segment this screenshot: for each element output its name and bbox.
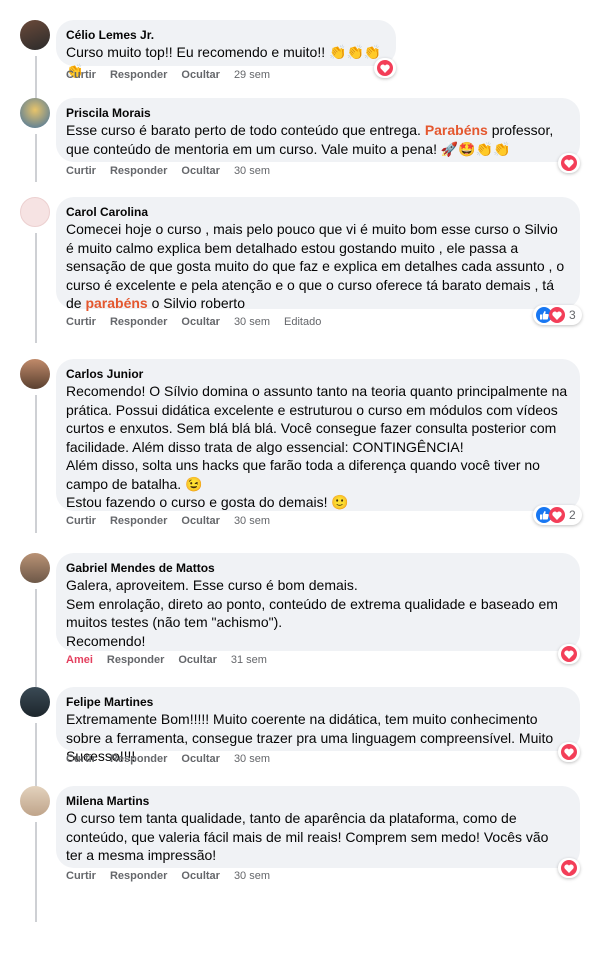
comment-text: Recomendo! O Sílvio domina o assunto tan… — [66, 383, 568, 510]
comment-actions: Amei Responder Ocultar 31 sem — [66, 654, 281, 666]
comment-actions: Curtir Responder Ocultar 30 sem — [66, 515, 284, 527]
reply-button[interactable]: Responder — [110, 316, 167, 328]
comment-text: Galera, aproveitem. Esse curso é bom dem… — [66, 577, 558, 649]
like-button[interactable]: Curtir — [66, 515, 96, 527]
comment-actions: Curtir Responder Ocultar 30 sem — [66, 753, 284, 765]
like-button[interactable]: Curtir — [66, 165, 96, 177]
like-button[interactable]: Curtir — [66, 69, 96, 81]
reaction-badge[interactable]: 3 — [533, 305, 582, 325]
comment-text: Comecei hoje o curso , mais pelo pouco q… — [66, 220, 568, 313]
hide-button[interactable]: Ocultar — [181, 165, 220, 177]
comment-actions: Curtir Responder Ocultar 30 sem — [66, 870, 284, 882]
comment-timestamp[interactable]: 30 sem — [234, 316, 270, 328]
comment-timestamp[interactable]: 31 sem — [231, 654, 267, 666]
comment-bubble: Carlos Junior Recomendo! O Sílvio domina… — [56, 359, 580, 511]
comment-timestamp[interactable]: 30 sem — [234, 515, 270, 527]
comment-bubble: Carol Carolina Comecei hoje o curso , ma… — [56, 197, 580, 311]
reaction-badge[interactable] — [558, 742, 580, 762]
reply-button[interactable]: Responder — [110, 515, 167, 527]
thread-line — [35, 134, 37, 182]
comment-text-part: Esse curso é barato perto de todo conteú… — [66, 122, 425, 138]
highlighted-word[interactable]: Parabéns — [425, 122, 488, 138]
heart-icon — [377, 60, 393, 76]
comment-timestamp[interactable]: 29 sem — [234, 69, 270, 81]
heart-icon — [549, 507, 565, 523]
comment-actions: Curtir Responder Ocultar 30 sem — [66, 165, 284, 177]
comment-author[interactable]: Priscila Morais — [66, 105, 568, 121]
hide-button[interactable]: Ocultar — [181, 753, 220, 765]
reply-button[interactable]: Responder — [110, 165, 167, 177]
comment-author[interactable]: Carol Carolina — [66, 204, 568, 220]
comment-text: Esse curso é barato perto de todo conteú… — [66, 121, 568, 158]
thread-line — [35, 822, 37, 922]
like-button[interactable]: Curtir — [66, 870, 96, 882]
reaction-badge[interactable] — [558, 153, 580, 173]
reaction-count: 2 — [569, 508, 576, 522]
edited-label[interactable]: Editado — [284, 316, 321, 328]
comment-author[interactable]: Célio Lemes Jr. — [66, 27, 384, 43]
reaction-badge[interactable] — [374, 58, 396, 78]
comment-author[interactable]: Milena Martins — [66, 793, 568, 809]
thread-line — [35, 56, 37, 100]
like-button[interactable]: Amei — [66, 654, 93, 666]
comment-timestamp[interactable]: 30 sem — [234, 165, 270, 177]
comment-bubble: Célio Lemes Jr. Curso muito top!! Eu rec… — [56, 20, 396, 79]
highlighted-word[interactable]: parabéns — [85, 295, 147, 311]
hide-button[interactable]: Ocultar — [181, 69, 220, 81]
heart-icon — [549, 307, 565, 323]
avatar[interactable] — [20, 786, 50, 816]
avatar[interactable] — [20, 98, 50, 128]
comment-timestamp[interactable]: 30 sem — [234, 870, 270, 882]
avatar[interactable] — [20, 197, 50, 227]
comment-actions: Curtir Responder Ocultar 30 sem Editado — [66, 316, 335, 328]
comment-text-part: o Silvio roberto — [147, 295, 245, 311]
thread-line — [35, 233, 37, 343]
hide-button[interactable]: Ocultar — [181, 870, 220, 882]
comment-bubble: Gabriel Mendes de Mattos Galera, aprovei… — [56, 553, 580, 651]
thread-line — [35, 723, 37, 787]
heart-icon — [561, 646, 577, 662]
hide-button[interactable]: Ocultar — [181, 316, 220, 328]
comment-bubble: Priscila Morais Esse curso é barato pert… — [56, 98, 580, 162]
thread-line — [35, 589, 37, 687]
reaction-count: 3 — [569, 308, 576, 322]
heart-icon — [561, 860, 577, 876]
reply-button[interactable]: Responder — [110, 69, 167, 81]
comment-author[interactable]: Gabriel Mendes de Mattos — [66, 560, 568, 576]
reaction-badge[interactable] — [558, 644, 580, 664]
comment-author[interactable]: Carlos Junior — [66, 366, 568, 382]
avatar[interactable] — [20, 20, 50, 50]
heart-icon — [561, 155, 577, 171]
comment-timestamp[interactable]: 30 sem — [234, 753, 270, 765]
reaction-badge[interactable] — [558, 858, 580, 878]
comment-bubble: Milena Martins O curso tem tanta qualida… — [56, 786, 580, 868]
hide-button[interactable]: Ocultar — [181, 515, 220, 527]
reply-button[interactable]: Responder — [107, 654, 164, 666]
avatar[interactable] — [20, 359, 50, 389]
reaction-badge[interactable]: 2 — [533, 505, 582, 525]
reply-button[interactable]: Responder — [110, 870, 167, 882]
avatar[interactable] — [20, 687, 50, 717]
hide-button[interactable]: Ocultar — [178, 654, 217, 666]
comment-text: O curso tem tanta qualidade, tanto de ap… — [66, 810, 549, 863]
comment-author[interactable]: Felipe Martines — [66, 694, 568, 710]
comment-bubble: Felipe Martines Extremamente Bom!!!!! Mu… — [56, 687, 580, 764]
avatar[interactable] — [20, 553, 50, 583]
like-button[interactable]: Curtir — [66, 753, 96, 765]
like-button[interactable]: Curtir — [66, 316, 96, 328]
reply-button[interactable]: Responder — [110, 753, 167, 765]
thread-line — [35, 395, 37, 533]
comment-actions: Curtir Responder Ocultar 29 sem — [66, 69, 284, 81]
heart-icon — [561, 744, 577, 760]
